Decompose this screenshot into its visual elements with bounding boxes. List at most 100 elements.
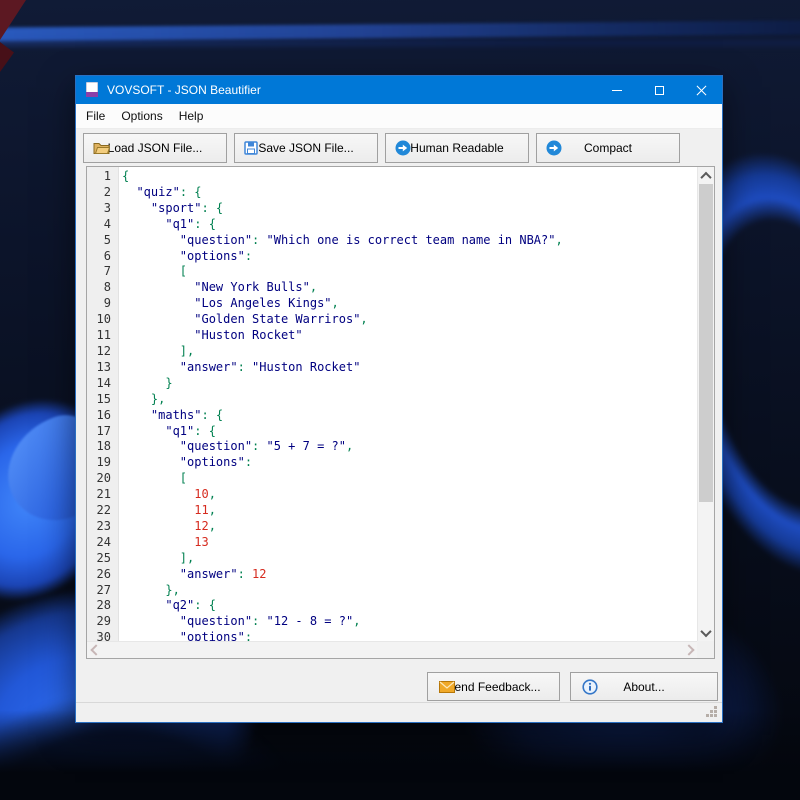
line-number: 14 (87, 376, 118, 392)
menu-item-help[interactable]: Help (171, 105, 212, 127)
line-number: 5 (87, 233, 118, 249)
code-line: 5 "question": "Which one is correct team… (87, 233, 697, 249)
code-text: "question": "5 + 7 = ?", (118, 439, 353, 455)
line-number: 20 (87, 471, 118, 487)
code-text: "maths": { (118, 408, 223, 424)
about-button[interactable]: About... (570, 672, 718, 701)
code-text: "Golden State Warriros", (118, 312, 368, 328)
statusbar (76, 702, 722, 722)
titlebar[interactable]: VOVSOFT - JSON Beautifier (76, 76, 722, 104)
code-line: 20 [ (87, 471, 697, 487)
code-line: 8 "New York Bulls", (87, 280, 697, 296)
line-number: 23 (87, 519, 118, 535)
code-line: 11 "Huston Rocket" (87, 328, 697, 344)
line-number: 15 (87, 392, 118, 408)
code-text: "Los Angeles Kings", (118, 296, 339, 312)
minimize-button[interactable] (596, 76, 638, 104)
minimize-icon (612, 90, 622, 91)
chevron-right-icon (683, 644, 694, 655)
menu-item-options[interactable]: Options (113, 105, 170, 127)
line-number: 16 (87, 408, 118, 424)
save-json-file-button[interactable]: Save JSON File... (234, 133, 378, 163)
code-line: 19 "options": (87, 455, 697, 471)
horizontal-scrollbar[interactable] (87, 641, 697, 658)
code-line: 6 "options": (87, 249, 697, 265)
code-text: "options": (118, 249, 252, 265)
code-line: 3 "sport": { (87, 201, 697, 217)
code-line: 4 "q1": { (87, 217, 697, 233)
folder-open-icon (93, 142, 110, 155)
button-label: Send Feedback... (446, 680, 540, 694)
code-line: 29 "question": "12 - 8 = ?", (87, 614, 697, 630)
window-title: VOVSOFT - JSON Beautifier (107, 83, 596, 97)
code-line: 7 [ (87, 264, 697, 280)
code-text: "Huston Rocket" (118, 328, 303, 344)
line-number: 11 (87, 328, 118, 344)
window-controls (596, 76, 722, 104)
code-text: 12, (118, 519, 216, 535)
line-number: 19 (87, 455, 118, 471)
button-label: Save JSON File... (258, 141, 353, 155)
line-number: 6 (87, 249, 118, 265)
code-text: }, (118, 583, 180, 599)
line-number: 28 (87, 598, 118, 614)
code-line: 24 13 (87, 535, 697, 551)
code-text: 13 (118, 535, 209, 551)
compact-button[interactable]: Compact (536, 133, 680, 163)
chevron-up-icon (700, 171, 711, 182)
wallpaper-shape (0, 710, 800, 800)
menu-item-file[interactable]: File (78, 105, 113, 127)
code-text: "options": (118, 455, 252, 471)
code-line: 27 }, (87, 583, 697, 599)
editor-lines: 1{2 "quiz": {3 "sport": {4 "q1": {5 "que… (87, 169, 697, 641)
line-number: 13 (87, 360, 118, 376)
code-text: "q2": { (118, 598, 216, 614)
code-text: "sport": { (118, 201, 223, 217)
code-line: 17 "q1": { (87, 424, 697, 440)
code-text: { (118, 169, 129, 185)
line-number: 9 (87, 296, 118, 312)
code-line: 12 ], (87, 344, 697, 360)
close-button[interactable] (680, 76, 722, 104)
code-line: 26 "answer": 12 (87, 567, 697, 583)
code-line: 21 10, (87, 487, 697, 503)
line-number: 18 (87, 439, 118, 455)
scroll-up-button[interactable] (698, 167, 714, 184)
line-number: 29 (87, 614, 118, 630)
maximize-button[interactable] (638, 76, 680, 104)
human-readable-button[interactable]: Human Readable (385, 133, 529, 163)
resize-grip-icon[interactable] (714, 714, 717, 717)
send-feedback-button[interactable]: Send Feedback... (427, 672, 560, 701)
code-text: [ (118, 471, 187, 487)
chevron-down-icon (700, 625, 711, 636)
app-window: VOVSOFT - JSON Beautifier File Options H… (75, 75, 723, 723)
code-line: 18 "question": "5 + 7 = ?", (87, 439, 697, 455)
line-number: 1 (87, 169, 118, 185)
scroll-down-button[interactable] (698, 624, 714, 641)
scroll-left-button[interactable] (87, 642, 104, 658)
vertical-scrollbar[interactable] (697, 167, 714, 641)
code-text: 10, (118, 487, 216, 503)
code-line: 14 } (87, 376, 697, 392)
code-line: 13 "answer": "Huston Rocket" (87, 360, 697, 376)
code-text: "question": "Which one is correct team n… (118, 233, 563, 249)
arrow-right-circle-icon (395, 140, 411, 156)
arrow-right-circle-icon (546, 140, 562, 156)
code-line: 25 ], (87, 551, 697, 567)
line-number: 2 (87, 185, 118, 201)
code-line: 16 "maths": { (87, 408, 697, 424)
line-number: 12 (87, 344, 118, 360)
scroll-right-button[interactable] (680, 642, 697, 658)
menubar: File Options Help (76, 104, 722, 129)
mail-icon (439, 681, 455, 693)
maximize-icon (655, 86, 664, 95)
vertical-scrollbar-thumb[interactable] (699, 184, 713, 502)
code-line: 10 "Golden State Warriros", (87, 312, 697, 328)
load-json-file-button[interactable]: Load JSON File... (83, 133, 227, 163)
line-number: 17 (87, 424, 118, 440)
button-label: About... (623, 680, 664, 694)
code-line: 15 }, (87, 392, 697, 408)
code-text: ], (118, 344, 194, 360)
json-editor[interactable]: 1{2 "quiz": {3 "sport": {4 "q1": {5 "que… (86, 166, 715, 659)
code-text: "options": (118, 630, 252, 641)
